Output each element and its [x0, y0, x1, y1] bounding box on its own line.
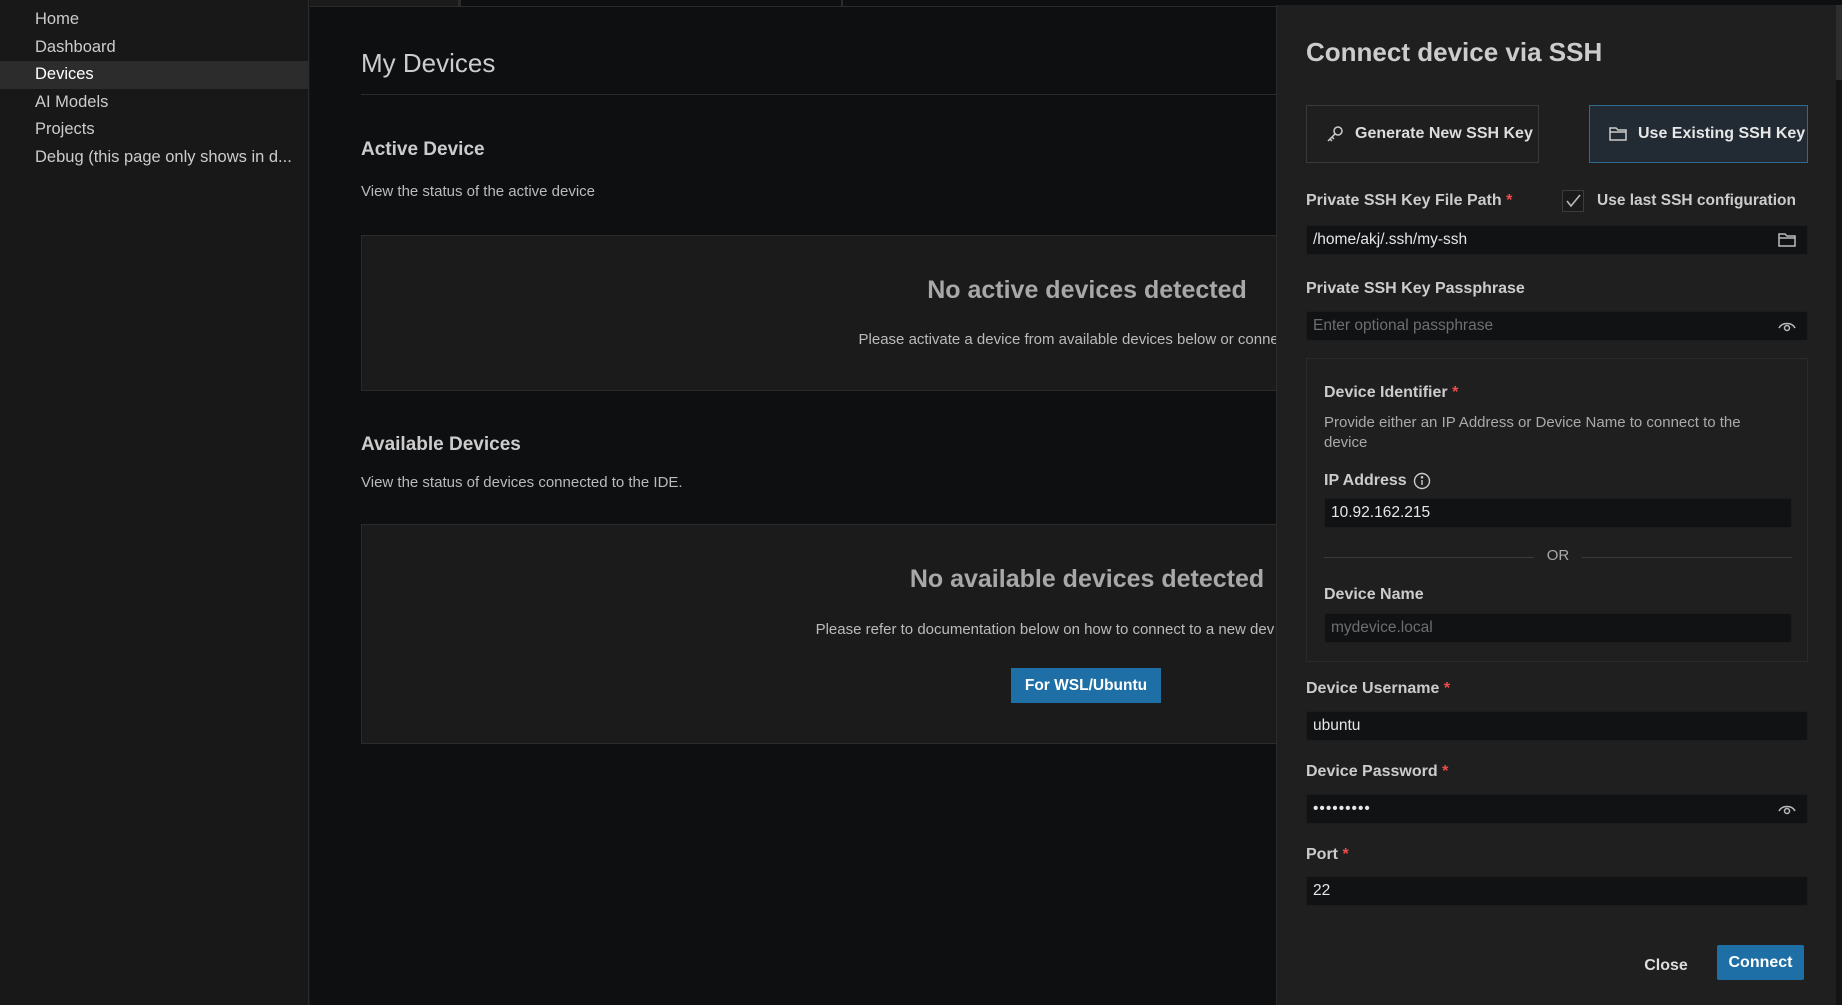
- panel-title: Connect device via SSH: [1306, 37, 1603, 67]
- required-marker: *: [1506, 192, 1513, 209]
- sidebar-item-debug[interactable]: Debug (this page only shows in d...: [0, 144, 308, 172]
- required-marker: *: [1442, 763, 1449, 780]
- tab-divider: [841, 0, 843, 6]
- sidebar-nav: Home Dashboard Devices AI Models Project…: [0, 0, 308, 171]
- use-existing-ssh-key-button[interactable]: Use Existing SSH Key: [1589, 105, 1808, 163]
- available-devices-heading: Available Devices: [361, 434, 521, 455]
- browse-folder-icon[interactable]: [1777, 231, 1797, 249]
- password-value: •••••••••: [1313, 800, 1371, 817]
- username-label-text: Device Username: [1306, 680, 1440, 697]
- use-last-config-checkbox[interactable]: [1562, 190, 1584, 212]
- passphrase-placeholder: Enter optional passphrase: [1313, 317, 1494, 334]
- use-last-config-label[interactable]: Use last SSH configuration: [1597, 192, 1796, 210]
- active-device-description: View the status of the active device: [361, 183, 596, 200]
- ip-address-value: 10.92.162.215: [1331, 504, 1431, 521]
- password-label-text: Device Password: [1306, 763, 1438, 780]
- generate-ssh-key-label: Generate New SSH Key: [1355, 125, 1533, 142]
- info-icon[interactable]: [1413, 472, 1431, 490]
- active-device-heading: Active Device: [361, 139, 485, 160]
- ip-address-label: IP Address: [1324, 472, 1431, 490]
- password-label: Device Password *: [1306, 763, 1448, 781]
- username-label: Device Username *: [1306, 680, 1450, 698]
- key-path-label: Private SSH Key File Path *: [1306, 192, 1512, 210]
- wsl-ubuntu-button[interactable]: For WSL/Ubuntu: [1011, 668, 1161, 703]
- passphrase-input[interactable]: Enter optional passphrase: [1306, 311, 1808, 341]
- required-marker: *: [1443, 680, 1451, 697]
- key-path-value: /home/akj/.ssh/my-ssh: [1313, 231, 1468, 248]
- ip-address-input[interactable]: 10.92.162.215: [1324, 498, 1792, 528]
- sidebar-item-ai-models[interactable]: AI Models: [0, 89, 308, 117]
- device-name-input[interactable]: mydevice.local: [1324, 613, 1792, 643]
- device-identifier-label-text: Device Identifier: [1324, 384, 1448, 401]
- ssh-connect-panel: Connect device via SSH Generate New SSH …: [1276, 5, 1842, 1005]
- port-label: Port *: [1306, 846, 1349, 864]
- or-divider-right: [1582, 557, 1792, 558]
- ip-address-label-text: IP Address: [1324, 472, 1407, 489]
- port-value: 22: [1313, 882, 1331, 899]
- or-divider-text: OR: [1546, 547, 1570, 564]
- device-identifier-group: Device Identifier * Provide either an IP…: [1306, 358, 1808, 662]
- device-identifier-hint: Provide either an IP Address or Device N…: [1324, 414, 1741, 451]
- sidebar-item-home[interactable]: Home: [0, 6, 308, 34]
- connect-button[interactable]: Connect: [1717, 945, 1804, 980]
- show-passphrase-eye-icon[interactable]: [1777, 317, 1797, 335]
- tab-divider: [459, 0, 461, 6]
- port-label-text: Port: [1306, 846, 1338, 863]
- device-name-label: Device Name: [1324, 586, 1424, 603]
- sidebar-item-devices[interactable]: Devices: [0, 61, 308, 89]
- port-input[interactable]: 22: [1306, 876, 1808, 906]
- sidebar-item-dashboard[interactable]: Dashboard: [0, 34, 308, 62]
- required-marker: *: [1342, 846, 1349, 863]
- password-input[interactable]: •••••••••: [1306, 794, 1808, 824]
- key-icon: [1325, 124, 1345, 144]
- generate-ssh-key-button[interactable]: Generate New SSH Key: [1306, 105, 1539, 163]
- folder-icon: [1608, 125, 1628, 143]
- required-marker: *: [1452, 384, 1459, 401]
- scrollbar-thumb[interactable]: [1836, 5, 1842, 80]
- close-button[interactable]: Close: [1632, 948, 1700, 983]
- username-input[interactable]: ubuntu: [1306, 711, 1808, 741]
- key-path-input[interactable]: /home/akj/.ssh/my-ssh: [1306, 225, 1808, 255]
- device-identifier-label: Device Identifier *: [1324, 384, 1458, 402]
- username-value: ubuntu: [1313, 717, 1361, 734]
- page-title: My Devices: [361, 48, 496, 78]
- device-name-placeholder: mydevice.local: [1331, 619, 1433, 636]
- key-path-label-text: Private SSH Key File Path: [1306, 192, 1502, 209]
- use-existing-ssh-key-label: Use Existing SSH Key: [1638, 125, 1806, 142]
- tab-inactive[interactable]: [310, 0, 459, 6]
- show-password-eye-icon[interactable]: [1777, 800, 1797, 818]
- check-icon: [1566, 194, 1581, 208]
- sidebar-item-projects[interactable]: Projects: [0, 116, 308, 144]
- panel-scrollbar[interactable]: [1836, 5, 1842, 1005]
- sidebar: Home Dashboard Devices AI Models Project…: [0, 0, 309, 1005]
- passphrase-label: Private SSH Key Passphrase: [1306, 280, 1525, 297]
- available-devices-description: View the status of devices connected to …: [361, 474, 683, 491]
